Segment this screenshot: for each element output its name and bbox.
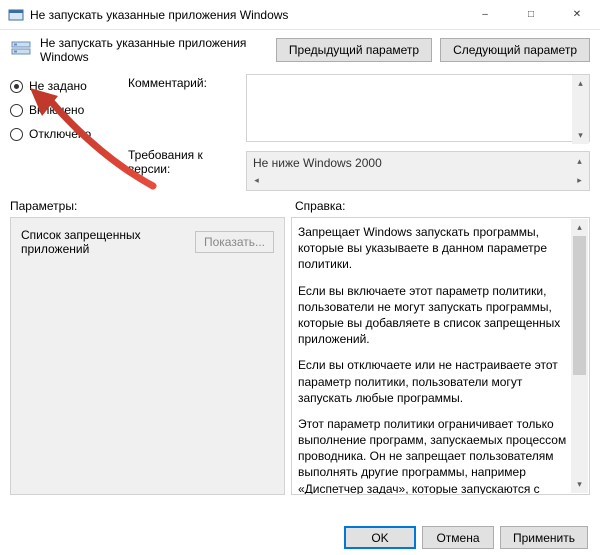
scroll-up-icon: ▴ xyxy=(571,153,588,170)
minimize-button[interactable]: – xyxy=(462,0,508,29)
scroll-right-icon: ▸ xyxy=(571,172,588,189)
help-paragraph: Если вы включаете этот параметр политики… xyxy=(298,283,569,348)
window-title: Не запускать указанные приложения Window… xyxy=(30,8,462,22)
scroll-down-icon: ▾ xyxy=(571,476,588,493)
app-icon xyxy=(8,7,24,23)
radio-dot-icon xyxy=(10,104,23,117)
maximize-button[interactable]: □ xyxy=(508,0,554,29)
scroll-up-icon: ▴ xyxy=(571,219,588,236)
radio-dot-icon xyxy=(10,80,23,93)
help-paragraph: Если вы отключаете или не настраиваете э… xyxy=(298,357,569,406)
scrollbar-horizontal[interactable]: ◂ ▸ xyxy=(248,172,588,189)
scroll-left-icon: ◂ xyxy=(248,172,265,189)
radio-label: Отключено xyxy=(29,127,91,141)
scrollbar[interactable]: ▴ ▾ xyxy=(572,75,589,144)
requirements-box: Не ниже Windows 2000 ▴ ▾ ◂ ▸ xyxy=(246,151,590,191)
help-paragraph: Запрещает Windows запускать программы, к… xyxy=(298,224,569,273)
parameters-label: Параметры: xyxy=(10,199,295,213)
policy-icon xyxy=(10,39,32,61)
scroll-down-icon: ▾ xyxy=(572,127,589,144)
blocked-apps-list-label: Список запрещенных приложений xyxy=(21,228,185,256)
requirements-label: Требования к версии: xyxy=(128,146,238,170)
radio-dot-icon xyxy=(10,128,23,141)
policy-title: Не запускать указанные приложения Window… xyxy=(40,36,268,64)
parameters-panel: Список запрещенных приложений Показать..… xyxy=(10,217,285,495)
radio-enabled[interactable]: Включено xyxy=(10,98,120,122)
comment-label: Комментарий: xyxy=(128,74,238,98)
scrollbar[interactable]: ▴ ▾ xyxy=(571,219,588,493)
previous-setting-button[interactable]: Предыдущий параметр xyxy=(276,38,432,62)
help-paragraph: Этот параметр политики ограничивает толь… xyxy=(298,416,569,495)
requirements-value: Не ниже Windows 2000 xyxy=(253,156,382,170)
radio-not-configured[interactable]: Не задано xyxy=(10,74,120,98)
show-list-button: Показать... xyxy=(195,231,274,253)
scroll-up-icon: ▴ xyxy=(572,75,589,92)
cancel-button[interactable]: Отмена xyxy=(422,526,494,549)
ok-button[interactable]: OK xyxy=(344,526,416,549)
radio-label: Включено xyxy=(29,103,84,117)
comment-field[interactable] xyxy=(246,74,590,142)
close-button[interactable]: ✕ xyxy=(554,0,600,29)
radio-label: Не задано xyxy=(29,79,87,93)
help-label: Справка: xyxy=(295,199,345,213)
scroll-thumb[interactable] xyxy=(573,236,586,375)
help-panel: Запрещает Windows запускать программы, к… xyxy=(291,217,590,495)
apply-button[interactable]: Применить xyxy=(500,526,588,549)
next-setting-button[interactable]: Следующий параметр xyxy=(440,38,590,62)
radio-disabled[interactable]: Отключено xyxy=(10,122,120,146)
